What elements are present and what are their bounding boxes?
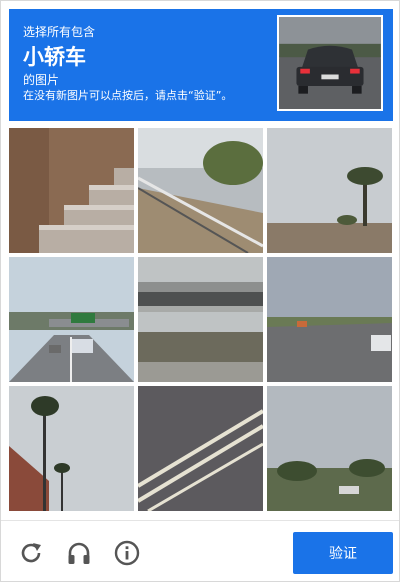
image-tile-highway-overpass[interactable]: [138, 257, 263, 382]
instruction-suffix: 的图片: [23, 73, 60, 87]
image-grid: [9, 128, 393, 512]
image-tile-palm-trees-building[interactable]: [9, 386, 134, 511]
image-tile-road-with-overpass-sign[interactable]: [9, 257, 134, 382]
info-icon[interactable]: [113, 539, 141, 567]
instruction-header: 选择所有包含 小轿车 的图片 在没有新图片可以点按后，请点击“验证”。: [9, 9, 393, 121]
image-tile-palm-tree-sky[interactable]: [267, 128, 392, 253]
captcha-widget: 选择所有包含 小轿车 的图片 在没有新图片可以点按后，请点击“验证”。 验证: [0, 0, 400, 582]
target-object-label: 小轿车: [23, 45, 86, 69]
instruction-hint: 在没有新图片可以点按后，请点击“验证”。: [23, 89, 233, 102]
captcha-footer: 验证: [1, 520, 399, 582]
image-tile-trees-field-sky[interactable]: [267, 386, 392, 511]
image-tile-road-with-cars[interactable]: [267, 257, 392, 382]
image-tile-highway-guardrail[interactable]: [138, 128, 263, 253]
image-tile-road-lane-markings[interactable]: [138, 386, 263, 511]
instruction-prefix: 选择所有包含: [23, 25, 96, 39]
image-tile-stone-stairs[interactable]: [9, 128, 134, 253]
verify-button[interactable]: 验证: [293, 532, 393, 574]
reload-icon[interactable]: [17, 539, 45, 567]
headphones-icon[interactable]: [65, 539, 93, 567]
sample-image: [277, 15, 383, 111]
